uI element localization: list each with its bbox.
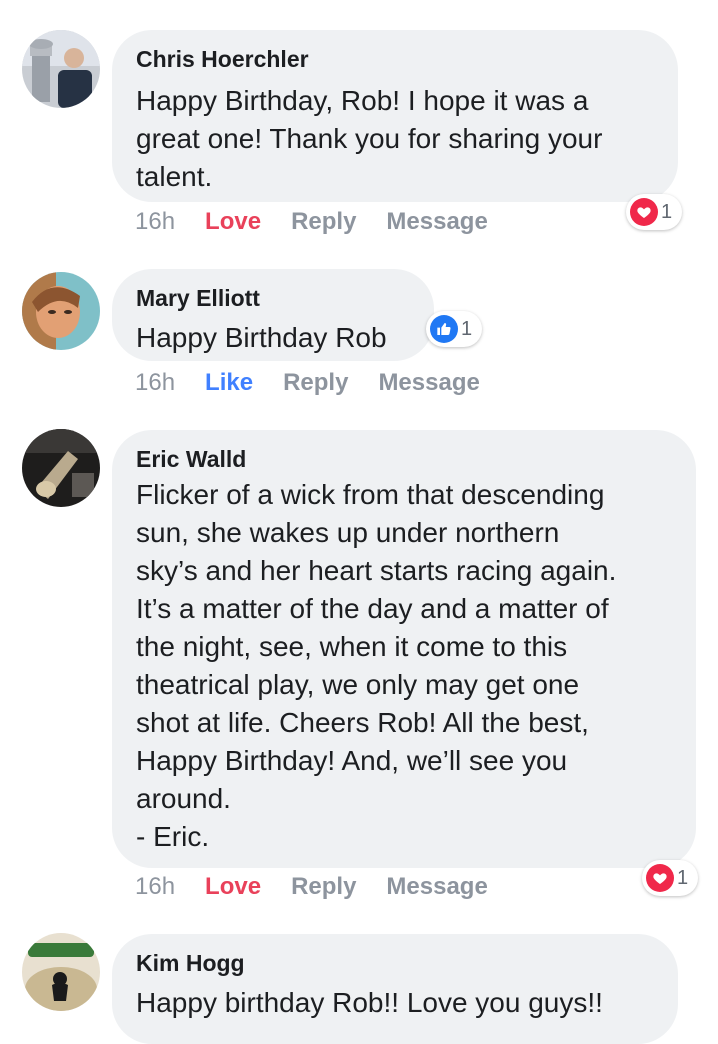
comment-author[interactable]: Mary Elliott — [136, 285, 410, 311]
love-button[interactable]: Love — [205, 873, 261, 901]
reaction-count[interactable]: 1 — [426, 311, 483, 347]
message-button[interactable]: Message — [386, 873, 487, 901]
reply-button[interactable]: Reply — [291, 208, 356, 236]
love-button[interactable]: Love — [205, 208, 261, 236]
avatar[interactable] — [22, 933, 100, 1011]
avatar[interactable] — [22, 30, 100, 108]
heart-icon — [646, 864, 674, 892]
comment-timestamp[interactable]: 16h — [135, 208, 175, 236]
comment-text: Happy Birthday Rob — [136, 322, 387, 353]
message-button[interactable]: Message — [378, 369, 479, 397]
reaction-count[interactable]: 1 — [626, 194, 683, 230]
like-button[interactable]: Like — [205, 369, 253, 397]
comment-actions: 16h Love Reply Message — [135, 873, 488, 901]
reaction-count-label: 1 — [677, 866, 689, 889]
comment-timestamp[interactable]: 16h — [135, 369, 175, 397]
reaction-count-label: 1 — [661, 200, 673, 223]
reply-button[interactable]: Reply — [283, 369, 348, 397]
reply-button[interactable]: Reply — [291, 873, 356, 901]
reaction-count[interactable]: 1 — [642, 860, 699, 896]
comment-bubble: Eric Walld Flicker of a wick from that d… — [112, 430, 696, 868]
reaction-count-label: 1 — [461, 317, 473, 340]
thumbs-up-icon — [430, 315, 458, 343]
avatar[interactable] — [22, 272, 100, 350]
comment-author[interactable]: Chris Hoerchler — [136, 46, 654, 72]
comment-bubble: Kim Hogg Happy birthday Rob!! Love you g… — [112, 934, 678, 1044]
comment-bubble: Chris Hoerchler Happy Birthday, Rob! I h… — [112, 30, 678, 202]
comment-actions: 16h Like Reply Message — [135, 369, 480, 397]
comment-bubble: Mary Elliott Happy Birthday Rob — [112, 269, 434, 361]
comment-text: Happy birthday Rob!! Love you guys!! — [136, 987, 603, 1018]
comment-text: Happy Birthday, Rob! I hope it was a gre… — [136, 85, 603, 192]
heart-icon — [630, 198, 658, 226]
avatar[interactable] — [22, 429, 100, 507]
comment-timestamp[interactable]: 16h — [135, 873, 175, 901]
comment-author[interactable]: Eric Walld — [136, 446, 672, 472]
comment-author[interactable]: Kim Hogg — [136, 950, 654, 976]
comment-text: Flicker of a wick from that descending s… — [136, 479, 617, 852]
comment-actions: 16h Love Reply Message — [135, 208, 488, 236]
message-button[interactable]: Message — [386, 208, 487, 236]
